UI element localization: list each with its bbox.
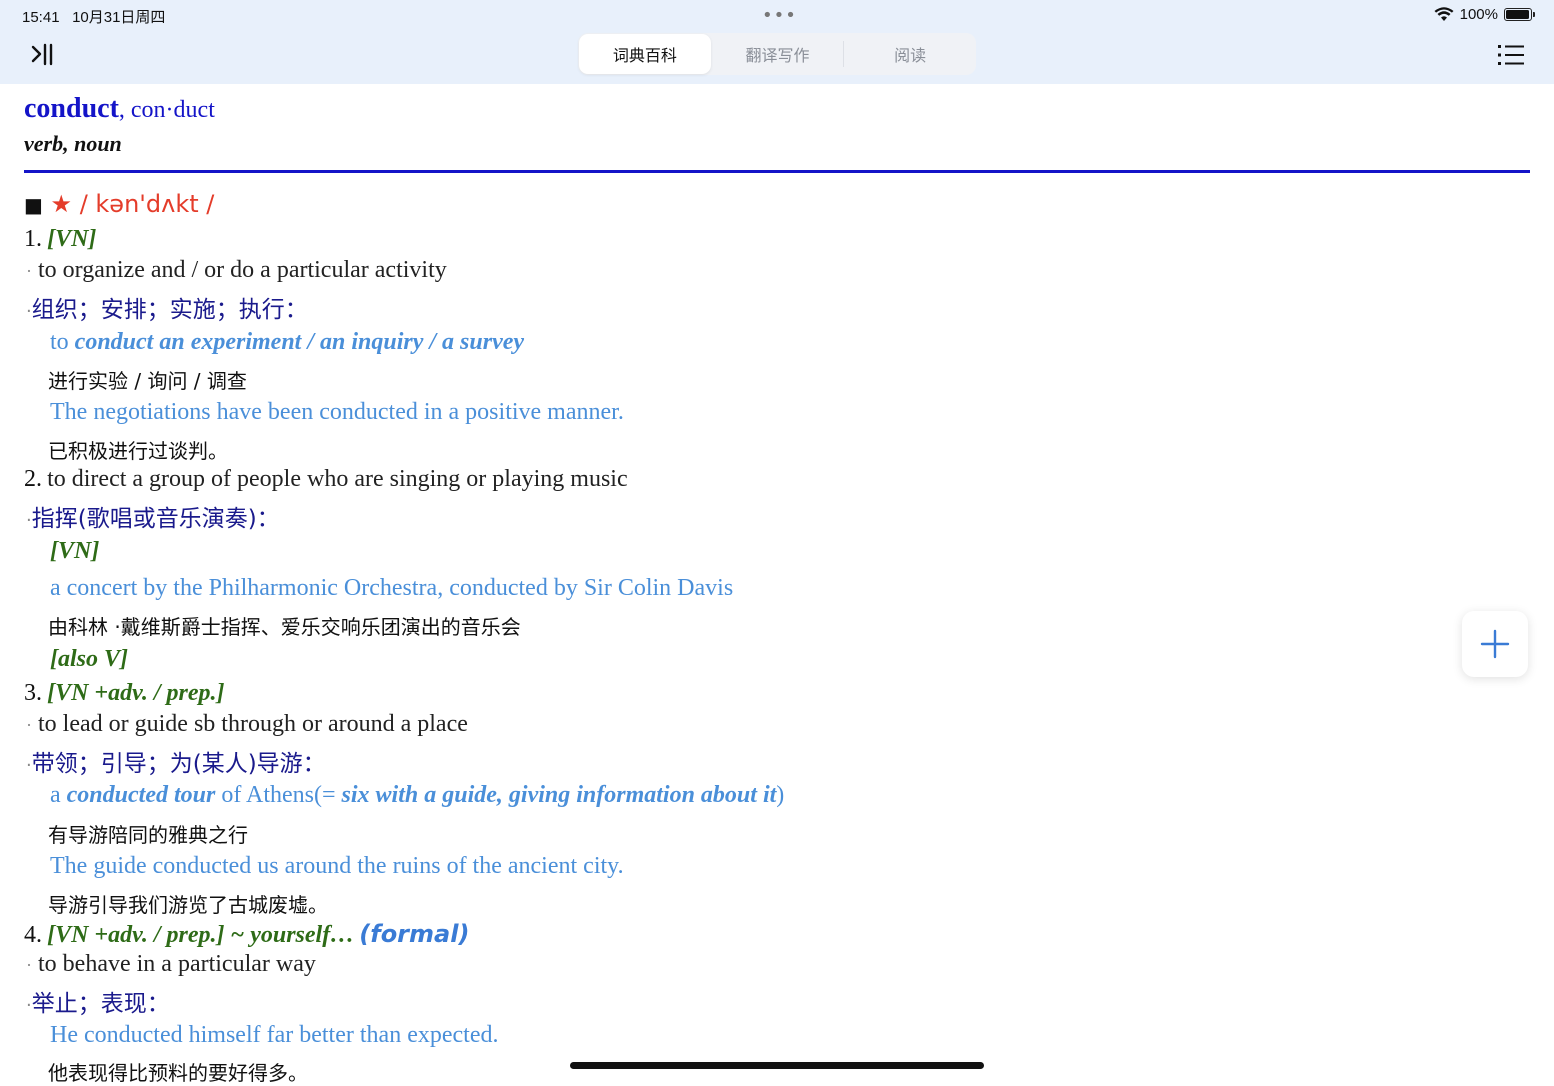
headword-comma: ,: [118, 97, 131, 123]
sense-4-chinese: ·举止；表现：: [26, 984, 170, 1018]
example-4-1[interactable]: He conducted himself far better than exp…: [50, 1022, 498, 1049]
sense-2-header: 2. to direct a group of people who are s…: [24, 466, 628, 493]
bullet: ·: [26, 715, 32, 735]
tab-reading[interactable]: 阅读: [844, 33, 976, 75]
sense-1-definition: · to organize and / or do a particular a…: [26, 257, 447, 284]
chinese-definition: 组织；安排；实施；执行：: [31, 297, 308, 323]
part-of-speech: verb, noun: [24, 131, 122, 156]
sense-1-chinese: ·组织；安排；实施；执行：: [26, 290, 308, 324]
example-2-1-translation: 由科林 ·戴维斯爵士指挥、爱乐交响乐团演出的音乐会: [48, 615, 521, 639]
star-icon: ★: [50, 190, 73, 218]
example-text: a: [50, 782, 67, 808]
example-1-1-translation: 进行实验 / 询问 / 调查: [48, 369, 247, 393]
sense-2-chinese: ·指挥(歌唱或音乐演奏)：: [26, 499, 280, 533]
grammar-code: [VN]: [47, 226, 97, 252]
multitasking-dots[interactable]: •••: [762, 5, 797, 26]
example-text: ): [776, 782, 785, 808]
sense-3-chinese: ·带领；引导；为(某人)导游：: [26, 744, 326, 778]
sense-number: 3.: [24, 680, 42, 706]
bullet: ·: [26, 955, 32, 975]
bullet: ·: [26, 261, 32, 281]
plus-icon: [1480, 629, 1510, 659]
ipa[interactable]: / kən'dʌkt /: [72, 190, 215, 218]
chinese-definition: 指挥(歌唱或音乐演奏)：: [31, 506, 280, 532]
tab-dictionary[interactable]: 词典百科: [579, 34, 711, 74]
headword-line: conduct, con·duct: [24, 90, 1530, 129]
header-rule: [24, 170, 1530, 173]
sense-4-definition: · to behave in a particular way: [26, 951, 316, 978]
square-icon: ■: [24, 193, 43, 217]
register-label: (formal): [359, 920, 470, 948]
example-text: of Athens(=: [215, 782, 342, 808]
sense-3-header: 3. [VN +adv. / prep.]: [24, 680, 225, 707]
tab-label: 阅读: [894, 46, 927, 65]
example-collocation: conduct an experiment / an inquiry / a s…: [74, 329, 525, 355]
example-3-2-translation: 导游引导我们游览了古城废墟。: [48, 893, 328, 917]
pronunciation-line: ■ ★ / kən'dʌkt /: [24, 190, 214, 218]
sense-3-definition: · to lead or guide sb through or around …: [26, 711, 468, 738]
definition-text: to organize and / or do a particular act…: [38, 257, 447, 283]
entry-content: conduct, con·duct verb, noun: [24, 90, 1530, 173]
status-right: 100%: [1434, 6, 1535, 23]
example-3-1-translation: 有导游陪同的雅典之行: [48, 823, 248, 847]
tab-translate[interactable]: 翻译写作: [712, 33, 844, 75]
clock: 15:41: [22, 9, 60, 26]
sense-2-grammar: [VN]: [50, 538, 100, 564]
example-2-1[interactable]: a concert by the Philharmonic Orchestra,…: [50, 575, 733, 602]
sense-4-header: 4. [VN +adv. / prep.] ~ yourself… (forma…: [24, 920, 469, 949]
example-3-2[interactable]: The guide conducted us around the ruins …: [50, 853, 624, 880]
chinese-definition: 带领；引导；为(某人)导游：: [31, 751, 326, 777]
example-1-2[interactable]: The negotiations have been conducted in …: [50, 399, 624, 426]
sense-number: 1.: [24, 226, 42, 252]
wifi-icon: [1434, 7, 1454, 21]
battery-icon: [1504, 8, 1535, 21]
date: 10月31日周四: [72, 9, 166, 26]
example-1-1[interactable]: to conduct an experiment / an inquiry / …: [50, 329, 524, 356]
grammar-code: [VN +adv. / prep.]: [47, 680, 225, 706]
sense-number: 2.: [24, 466, 42, 492]
list-menu-icon[interactable]: [1496, 42, 1526, 68]
add-button[interactable]: [1462, 611, 1528, 677]
sense-number: 4.: [24, 922, 42, 948]
definition-text: to direct a group of people who are sing…: [47, 466, 628, 492]
definition-text: to behave in a particular way: [38, 951, 316, 977]
example-4-1-translation: 他表现得比预料的要好得多。: [48, 1061, 308, 1085]
example-text: to: [50, 329, 75, 355]
battery-percent: 100%: [1459, 6, 1498, 23]
grammar-code: [VN +adv. / prep.] ~ yourself…: [47, 922, 355, 948]
example-1-2-translation: 已积极进行过谈判。: [48, 439, 228, 463]
tab-label: 翻译写作: [745, 46, 810, 65]
alt-headword: con·duct: [130, 97, 215, 123]
headword: conduct: [24, 93, 119, 124]
example-3-1[interactable]: a conducted tour of Athens(= six with a …: [50, 782, 784, 809]
sense-1-header: 1. [VN]: [24, 226, 96, 253]
home-indicator[interactable]: [570, 1062, 984, 1069]
sidebar-toggle-icon[interactable]: [28, 40, 58, 70]
tab-label: 词典百科: [612, 46, 677, 65]
example-gloss: six with a guide, giving information abo…: [341, 782, 777, 808]
sense-2-grammar-also: [also V]: [50, 646, 128, 672]
definition-text: to lead or guide sb through or around a …: [38, 711, 468, 737]
chinese-definition: 举止；表现：: [31, 991, 170, 1017]
example-collocation: conducted tour: [66, 782, 216, 808]
mode-segmented-control: 词典百科 翻译写作 阅读: [578, 33, 976, 75]
status-time: 15:41 10月31日周四: [22, 6, 165, 27]
top-bar: 15:41 10月31日周四 ••• 100% 词典百科 翻译写作 阅读: [0, 0, 1554, 84]
